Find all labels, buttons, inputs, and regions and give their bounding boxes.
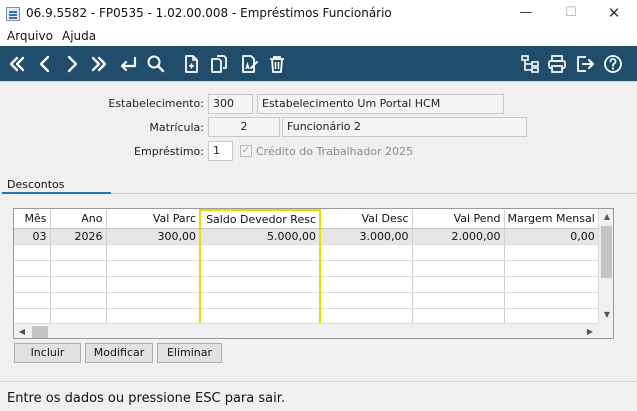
menu-arquivo[interactable]: Arquivo bbox=[7, 29, 53, 43]
app-icon bbox=[6, 7, 20, 21]
print-icon[interactable] bbox=[546, 53, 568, 75]
col-header-margem-mensal[interactable]: Margem Mensal bbox=[504, 210, 599, 229]
scroll-left-icon[interactable]: ◀ bbox=[15, 324, 29, 338]
exit-icon[interactable] bbox=[574, 53, 596, 75]
table-row-empty[interactable] bbox=[14, 244, 599, 261]
app-window: 06.9.5582 - FP0535 - 1.02.00.008 - Empré… bbox=[0, 0, 637, 411]
matricula-code-field[interactable]: 2 bbox=[208, 117, 280, 137]
descontos-grid[interactable]: Mês Ano Val Parc Saldo Devedor Resc Val … bbox=[13, 208, 614, 339]
edit-icon[interactable] bbox=[238, 53, 260, 75]
estabelecimento-name-field: Estabelecimento Um Portal HCM bbox=[257, 94, 504, 114]
menu-bar: Arquivo Ajuda bbox=[0, 28, 637, 46]
emprestimo-label: Empréstimo: bbox=[134, 145, 204, 158]
credito-checkbox[interactable]: ✓ bbox=[240, 145, 252, 157]
cell-val-desc[interactable]: 3.000,00 bbox=[320, 228, 413, 245]
tabs-area: Descontos Mês Ano Val Parc Saldo Devedor… bbox=[0, 161, 637, 381]
estabelecimento-label: Estabelecimento: bbox=[108, 97, 204, 110]
vertical-scroll-thumb[interactable] bbox=[601, 226, 612, 278]
table-row-empty[interactable] bbox=[14, 292, 599, 309]
header-form: Estabelecimento: 300 Estabelecimento Um … bbox=[0, 81, 637, 161]
return-icon[interactable] bbox=[117, 53, 139, 75]
col-header-val-parc[interactable]: Val Parc bbox=[106, 210, 201, 229]
toolbar bbox=[0, 46, 637, 81]
estabelecimento-code-field[interactable]: 300 bbox=[208, 94, 253, 114]
first-record-icon[interactable] bbox=[6, 53, 28, 75]
scrollbar-corner bbox=[598, 323, 613, 338]
menu-ajuda[interactable]: Ajuda bbox=[62, 29, 96, 43]
cell-margem-mensal[interactable]: 0,00 bbox=[504, 228, 599, 245]
copy-icon[interactable] bbox=[208, 53, 230, 75]
table-row-empty[interactable] bbox=[14, 308, 599, 325]
tree-structure-icon[interactable] bbox=[519, 53, 541, 75]
previous-record-icon[interactable] bbox=[34, 53, 56, 75]
status-bar: Entre os dados ou pressione ESC para sai… bbox=[0, 381, 637, 411]
new-document-icon[interactable] bbox=[180, 53, 202, 75]
table-row-empty[interactable] bbox=[14, 276, 599, 293]
horizontal-scroll-thumb[interactable] bbox=[32, 326, 48, 338]
scroll-down-icon[interactable]: ▼ bbox=[599, 308, 613, 322]
matricula-label: Matrícula: bbox=[149, 121, 204, 134]
descontos-table: Mês Ano Val Parc Saldo Devedor Resc Val … bbox=[14, 209, 599, 325]
cell-val-pend[interactable]: 2.000,00 bbox=[412, 228, 505, 245]
incluir-button[interactable]: Incluir bbox=[14, 343, 81, 363]
col-header-saldo-devedor-resc[interactable]: Saldo Devedor Resc bbox=[199, 209, 321, 229]
title-bar: 06.9.5582 - FP0535 - 1.02.00.008 - Empré… bbox=[0, 0, 637, 28]
table-header-row: Mês Ano Val Parc Saldo Devedor Resc Val … bbox=[14, 209, 599, 229]
col-header-mes[interactable]: Mês bbox=[14, 210, 51, 229]
scroll-up-icon[interactable]: ▲ bbox=[599, 210, 613, 224]
col-header-val-pend[interactable]: Val Pend bbox=[412, 210, 505, 229]
credito-label: Crédito do Trabalhador 2025 bbox=[256, 145, 414, 158]
eliminar-button[interactable]: Eliminar bbox=[157, 343, 222, 363]
col-header-ano[interactable]: Ano bbox=[50, 210, 107, 229]
horizontal-scrollbar[interactable]: ◀ ▶ bbox=[14, 323, 598, 338]
cell-val-parc[interactable]: 300,00 bbox=[106, 228, 201, 245]
scroll-right-icon[interactable]: ▶ bbox=[583, 324, 597, 338]
close-button[interactable]: ✕ bbox=[604, 4, 624, 22]
tab-divider bbox=[111, 193, 637, 194]
table-row[interactable]: 03 2026 300,00 5.000,00 3.000,00 2.000,0… bbox=[14, 228, 599, 245]
modificar-button[interactable]: Modificar bbox=[85, 343, 153, 363]
emprestimo-code-field[interactable]: 1 bbox=[208, 141, 233, 161]
window-title: 06.9.5582 - FP0535 - 1.02.00.008 - Empré… bbox=[26, 6, 392, 20]
last-record-icon[interactable] bbox=[88, 53, 110, 75]
vertical-scrollbar[interactable]: ▲ ▼ bbox=[598, 209, 613, 323]
minimize-button[interactable]: — bbox=[516, 4, 536, 22]
tab-descontos[interactable]: Descontos bbox=[7, 178, 65, 191]
matricula-name-field: Funcionário 2 bbox=[282, 117, 527, 137]
next-record-icon[interactable] bbox=[61, 53, 83, 75]
active-tab-indicator bbox=[2, 192, 111, 194]
table-row-empty[interactable] bbox=[14, 260, 599, 277]
maximize-button[interactable]: ☐ bbox=[561, 4, 581, 22]
cell-mes[interactable]: 03 bbox=[14, 228, 51, 245]
col-header-val-desc[interactable]: Val Desc bbox=[320, 210, 413, 229]
search-icon[interactable] bbox=[145, 53, 167, 75]
cell-ano[interactable]: 2026 bbox=[50, 228, 107, 245]
delete-icon[interactable] bbox=[266, 53, 288, 75]
cell-saldo-devedor-resc[interactable]: 5.000,00 bbox=[199, 228, 321, 245]
help-icon[interactable] bbox=[602, 53, 624, 75]
status-message: Entre os dados ou pressione ESC para sai… bbox=[7, 391, 286, 406]
